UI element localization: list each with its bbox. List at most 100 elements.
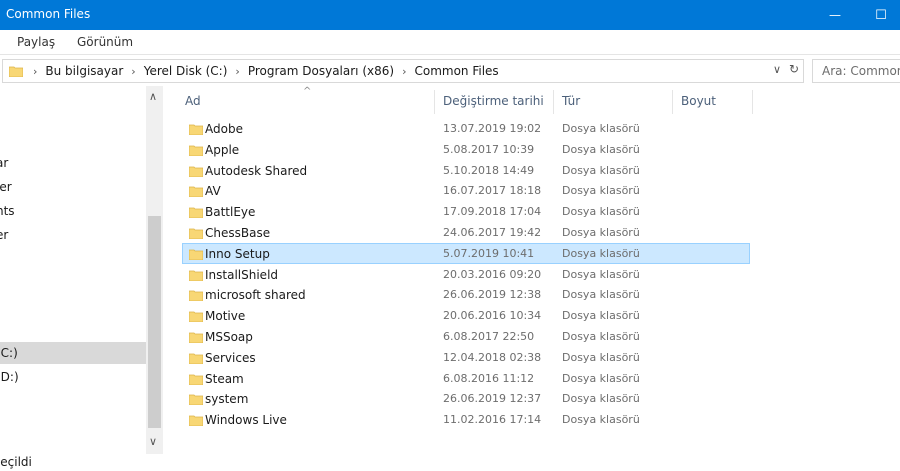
nav-item-label: (D:)	[0, 370, 19, 384]
maximize-button[interactable]: ☐	[858, 0, 900, 30]
scroll-down-icon[interactable]: ∨	[149, 435, 157, 448]
breadcrumb-separator-icon[interactable]: ›	[235, 65, 239, 78]
ribbon: Paylaş Görünüm	[0, 30, 900, 55]
folder-icon	[189, 124, 203, 135]
file-type: Dosya klasörü	[562, 350, 640, 364]
address-bar-row: › Bu bilgisayar › Yerel Disk (C:) › Prog…	[0, 56, 900, 86]
minimize-button[interactable]: —	[812, 0, 858, 30]
file-name: MSSoap	[205, 330, 253, 344]
column-headers: ^ Ad Değiştirme tarihi Tür Boyut	[164, 86, 900, 118]
file-row[interactable]: InstallShield 20.03.2016 09:20 Dosya klasö…	[182, 264, 750, 285]
file-row[interactable]: Steam 6.08.2016 11:12 Dosya klasörü	[182, 368, 750, 389]
file-modified-date: 20.06.2016 10:34	[443, 309, 542, 323]
folder-icon	[189, 207, 203, 219]
file-modified-date: 6.08.2017 22:50	[443, 330, 535, 343]
file-name: Apple	[205, 142, 240, 157]
file-row[interactable]: Adobe 13.07.2019 19:02 Dosya klasörü	[182, 118, 750, 139]
nav-item[interactable]: ar	[0, 152, 146, 174]
file-modified-date: 16.07.2017 18:18	[443, 184, 542, 198]
folder-icon	[189, 228, 203, 239]
status-text: seçildi	[0, 455, 32, 469]
file-row[interactable]: MSSoap 6.08.2017 22:50 Dosya klasörü	[182, 326, 750, 347]
file-row[interactable]: system 26.06.2019 12:37 Dosya klasörü	[182, 388, 750, 409]
breadcrumb-separator-icon[interactable]: ›	[402, 65, 406, 78]
file-row[interactable]: Inno Setup 5.07.2019 10:41 Dosya klasörü	[182, 242, 750, 264]
file-type: Dosya klasörü	[562, 309, 640, 323]
file-row[interactable]: ChessBase 24.06.2017 19:42 Dosya klasörü	[182, 222, 750, 243]
search-box[interactable]: Ara: Common Files	[812, 59, 900, 83]
file-type: Dosya klasörü	[562, 246, 640, 260]
file-type: Dosya klasörü	[562, 122, 640, 135]
address-bar[interactable]: › Bu bilgisayar › Yerel Disk (C:) › Prog…	[2, 59, 804, 83]
file-type: Dosya klasörü	[562, 288, 640, 302]
ribbon-tab-view[interactable]: Görünüm	[77, 35, 133, 49]
file-type: Dosya klasörü	[562, 205, 640, 219]
folder-icon	[189, 311, 203, 323]
column-header-name[interactable]: Ad	[185, 94, 201, 108]
nav-item[interactable]: er	[0, 224, 146, 246]
window-title: Common Files	[6, 7, 91, 21]
file-name: Motive	[205, 309, 246, 324]
file-row[interactable]: Apple 5.08.2017 10:39 Dosya klasörü	[182, 139, 750, 160]
file-row[interactable]: Autodesk Shared 5.10.2018 14:49 Dosya klas…	[182, 160, 750, 181]
file-row[interactable]: Motive 20.06.2016 10:34 Dosya klasörü	[182, 305, 750, 326]
file-row[interactable]: Windows Live 11.02.2016 17:14 Dosya klasör…	[182, 409, 750, 430]
file-name: Windows Live	[205, 413, 287, 428]
scrollbar-thumb[interactable]	[148, 216, 161, 428]
breadcrumb-local-disk[interactable]: Yerel Disk (C:)	[144, 64, 228, 78]
nav-item-local-disk-c[interactable]: (C:)	[0, 342, 146, 364]
ribbon-tab-share[interactable]: Paylaş	[17, 35, 55, 49]
folder-icon	[189, 166, 203, 177]
nav-item-disk-d[interactable]: (D:)	[0, 366, 146, 388]
column-divider[interactable]	[553, 90, 554, 114]
file-name: Autodesk Shared	[205, 163, 308, 178]
refresh-icon[interactable]: ↻	[789, 62, 799, 76]
file-modified-date: 6.08.2016 11:12	[443, 371, 535, 385]
breadcrumb-program-files[interactable]: Program Dosyaları (x86)	[248, 64, 394, 78]
column-divider[interactable]	[672, 90, 673, 114]
column-header-size[interactable]: Boyut	[681, 94, 716, 108]
column-header-date[interactable]: Değiştirme tarihi	[443, 94, 544, 108]
breadcrumb-separator-icon[interactable]: ›	[33, 65, 37, 78]
nav-item[interactable]: ler	[0, 176, 146, 198]
file-modified-date: 20.03.2016 09:20	[443, 267, 542, 281]
file-modified-date: 24.06.2017 19:42	[443, 226, 542, 239]
file-modified-date: 13.07.2019 19:02	[443, 122, 542, 135]
folder-icon	[189, 374, 203, 385]
file-name: microsoft shared	[205, 288, 306, 303]
file-name: system	[205, 392, 249, 407]
column-divider[interactable]	[752, 90, 753, 114]
file-name: Services	[205, 350, 256, 365]
column-divider[interactable]	[434, 90, 435, 114]
file-row[interactable]: microsoft shared 26.06.2019 12:38 Dosya kl…	[182, 284, 750, 305]
nav-scrollbar[interactable]: ∧ ∨	[146, 86, 163, 454]
file-type: Dosya klasörü	[562, 267, 640, 281]
scroll-up-icon[interactable]: ∧	[149, 90, 157, 103]
folder-icon	[189, 415, 203, 427]
breadcrumb-common-files[interactable]: Common Files	[414, 64, 498, 78]
nav-item-label: (C:)	[0, 346, 18, 360]
chevron-down-icon[interactable]: ∨	[773, 63, 781, 76]
file-type: Dosya klasörü	[562, 392, 640, 406]
file-modified-date: 12.04.2018 02:38	[443, 350, 542, 364]
breadcrumb-separator-icon[interactable]: ›	[131, 65, 135, 78]
file-modified-date: 5.07.2019 10:41	[443, 246, 535, 260]
nav-item[interactable]: nts	[0, 200, 146, 222]
breadcrumb: › Bu bilgisayar › Yerel Disk (C:) › Prog…	[25, 60, 499, 82]
folder-icon	[189, 145, 203, 156]
nav-item-label: ar	[0, 156, 9, 170]
breadcrumb-this-pc[interactable]: Bu bilgisayar	[45, 64, 123, 78]
file-type: Dosya klasörü	[562, 330, 640, 343]
column-header-type[interactable]: Tür	[562, 94, 580, 108]
file-row[interactable]: BattlEye 17.09.2018 17:04 Dosya klasörü	[182, 201, 750, 222]
file-name: AV	[205, 184, 221, 199]
nav-item-label: er	[0, 228, 9, 242]
file-name: Adobe	[205, 122, 243, 136]
search-input[interactable]: Ara: Common Files	[822, 64, 900, 78]
file-modified-date: 11.02.2016 17:14	[443, 413, 542, 427]
file-row[interactable]: AV 16.07.2017 18:18 Dosya klasörü	[182, 180, 750, 201]
file-name: ChessBase	[205, 226, 271, 240]
file-modified-date: 26.06.2019 12:38	[443, 288, 542, 302]
nav-item-label: nts	[0, 204, 15, 218]
file-row[interactable]: Services 12.04.2018 02:38 Dosya klasörü	[182, 347, 750, 368]
